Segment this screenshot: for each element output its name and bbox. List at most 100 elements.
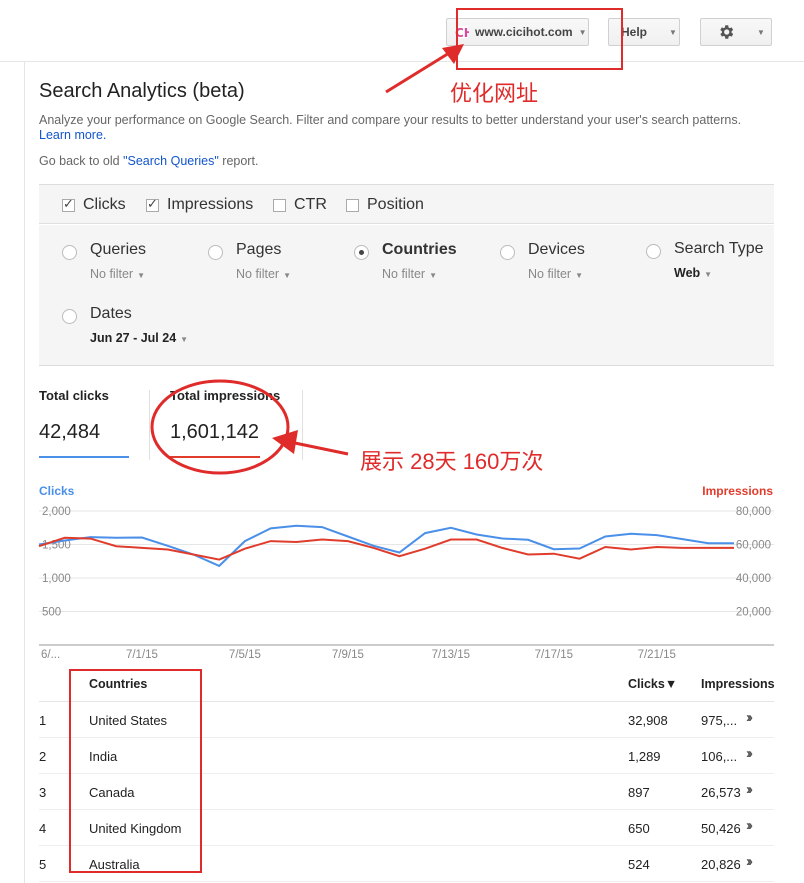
metric-clicks-label: Clicks [83, 196, 126, 213]
dimension-dates-label: Dates [90, 305, 132, 322]
row-clicks: 524 [628, 857, 650, 872]
right-tick-label: 20,000 [736, 607, 771, 619]
back-to-old-report: Go back to old "Search Queries" report. [39, 154, 258, 168]
row-clicks: 897 [628, 785, 650, 800]
row-impressions: 26,573 [701, 785, 741, 800]
chevron-down-icon: ▼ [180, 335, 189, 344]
dimension-search-type-label: Search Type [674, 240, 764, 257]
metric-impressions[interactable]: Impressions [146, 196, 253, 214]
radio-pages[interactable] [208, 245, 223, 260]
page-title: Search Analytics (beta) [39, 80, 245, 102]
row-rank: 4 [39, 821, 47, 836]
dimension-countries-filter[interactable]: No filter ▼ [382, 267, 437, 281]
performance-chart[interactable]: 2,0001,5001,00050080,00060,00040,00020,0… [0, 496, 804, 666]
radio-dates[interactable] [62, 309, 77, 324]
filter-value: Web [674, 266, 701, 280]
back-suffix: report. [218, 154, 259, 168]
right-tick-label: 40,000 [736, 573, 771, 585]
left-tick-label: 500 [42, 607, 61, 619]
row-impressions: 975,... [701, 713, 738, 728]
metrics-bar: Clicks Impressions CTR Position [39, 184, 774, 224]
radio-queries[interactable] [62, 245, 77, 260]
total-clicks-label: Total clicks [39, 388, 109, 403]
dimension-devices-label: Devices [528, 241, 585, 258]
chevron-down-icon: ▼ [704, 270, 713, 279]
row-rank: 3 [39, 785, 47, 800]
row-impressions: 50,426 [701, 821, 741, 836]
checkbox-position[interactable] [346, 198, 359, 212]
help-button-label: Help [621, 25, 648, 39]
series-line-clicks [38, 524, 734, 568]
row-rank: 2 [39, 749, 47, 764]
row-impressions: 106,... [701, 749, 738, 764]
metric-impressions-label: Impressions [167, 196, 254, 213]
gear-icon [720, 25, 734, 39]
x-tick-label: 7/9/15 [332, 649, 364, 661]
row-impressions: 20,826 [701, 857, 741, 872]
x-tick-label: 7/1/15 [126, 649, 158, 661]
annotation-countries-box [69, 669, 202, 873]
search-queries-link[interactable]: "Search Queries" [123, 154, 219, 168]
chevron-down-icon: ▼ [669, 27, 677, 37]
x-tick-label: 7/17/15 [535, 649, 573, 661]
dimension-dates-filter[interactable]: Jun 27 - Jul 24 ▼ [90, 331, 188, 345]
annotation-impressions-note: 展示 28天 160万次 [360, 449, 544, 474]
dimension-countries-label: Countries [382, 241, 457, 258]
filter-value: Jun 27 - Jul 24 [90, 331, 177, 345]
metric-position[interactable]: Position [346, 196, 424, 214]
metric-ctr-label: CTR [294, 196, 327, 213]
right-tick-label: 60,000 [736, 540, 771, 552]
annotation-impressions-circle [150, 379, 349, 475]
radio-devices[interactable] [500, 245, 515, 260]
filter-value: No filter [90, 267, 134, 281]
metric-position-label: Position [367, 196, 424, 213]
row-rank: 5 [39, 857, 47, 872]
learn-more-link[interactable]: Learn more. [39, 128, 106, 142]
page-description: Analyze your performance on Google Searc… [39, 113, 779, 143]
left-tick-label: 1,000 [42, 573, 71, 585]
checkbox-ctr[interactable] [273, 198, 286, 212]
dimension-queries-filter[interactable]: No filter ▼ [90, 267, 145, 281]
row-clicks: 32,908 [628, 713, 668, 728]
dimension-pages-label: Pages [236, 241, 282, 258]
right-tick-label: 80,000 [736, 506, 771, 518]
chevron-right-icon[interactable]: ›› [746, 745, 753, 762]
dimension-devices-filter[interactable]: No filter ▼ [528, 267, 583, 281]
total-clicks-card[interactable]: Total clicks 42,484 [39, 388, 129, 458]
settings-button[interactable]: ▼ [700, 18, 772, 46]
chevron-down-icon: ▼ [575, 271, 583, 280]
radio-countries[interactable] [354, 245, 369, 260]
checkbox-impressions[interactable] [146, 196, 159, 212]
column-header-impressions[interactable]: Impressions [701, 677, 775, 691]
metric-clicks[interactable]: Clicks [62, 196, 126, 214]
dimensions-panel: Queries No filter ▼ Pages No filter ▼ Coun… [39, 225, 774, 366]
chevron-right-icon[interactable]: ›› [746, 781, 753, 798]
description-text: Analyze your performance on Google Searc… [39, 113, 742, 127]
row-clicks: 650 [628, 821, 650, 836]
x-tick-label: 7/5/15 [229, 649, 261, 661]
x-tick-label: 7/21/15 [638, 649, 676, 661]
dimension-search-type-filter[interactable]: Web ▼ [674, 266, 712, 280]
chevron-right-icon[interactable]: ›› [746, 709, 753, 726]
x-tick-label: 7/13/15 [432, 649, 470, 661]
radio-search-type[interactable] [646, 244, 661, 259]
chevron-right-icon[interactable]: ›› [746, 853, 753, 870]
chevron-down-icon: ▼ [757, 27, 765, 37]
clicks-color-bar [39, 456, 129, 458]
dimension-pages-filter[interactable]: No filter ▼ [236, 267, 291, 281]
row-clicks: 1,289 [628, 749, 661, 764]
filter-value: No filter [382, 267, 426, 281]
column-header-clicks[interactable]: Clicks▼ [628, 677, 677, 691]
chevron-right-icon[interactable]: ›› [746, 817, 753, 834]
left-divider [24, 62, 25, 883]
dimension-queries-label: Queries [90, 241, 147, 258]
total-clicks-value: 42,484 [39, 421, 101, 443]
checkbox-clicks[interactable] [62, 196, 75, 212]
metric-ctr[interactable]: CTR [273, 196, 327, 214]
back-prefix: Go back to old [39, 154, 124, 168]
annotation-site-note: 优化网址 [450, 81, 539, 106]
chevron-down-icon: ▼ [137, 271, 145, 280]
row-rank: 1 [39, 713, 47, 728]
x-tick-label: 6/... [41, 649, 60, 661]
annotation-site-box [456, 8, 623, 70]
